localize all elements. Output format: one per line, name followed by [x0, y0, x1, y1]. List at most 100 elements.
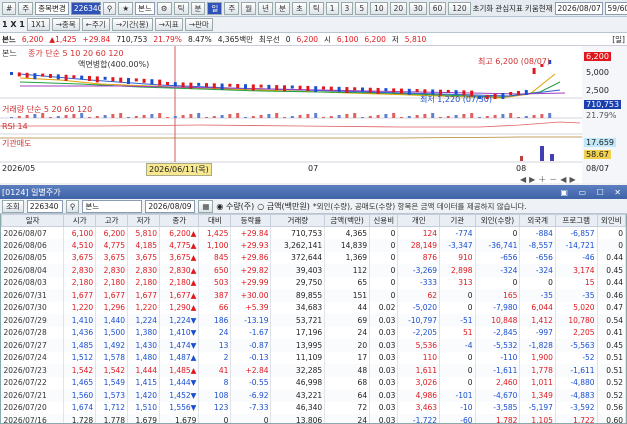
- sub-code-input[interactable]: 226340: [26, 199, 63, 213]
- indicator-link-button[interactable]: →지표: [154, 18, 183, 31]
- quote-name: 본느: [2, 34, 16, 44]
- freq-tick[interactable]: 틱: [173, 1, 189, 15]
- freq-tick2[interactable]: 틱: [308, 1, 324, 15]
- table-row[interactable]: 2026/08/07 6,100 6,200 5,810 6,200▲ 1,425 +29.…: [1, 226, 626, 239]
- column-header[interactable]: 기관: [439, 214, 476, 227]
- freq-min2[interactable]: 분: [275, 1, 290, 15]
- volume-bar: [134, 116, 138, 118]
- table-cell: 1,444: [127, 364, 161, 377]
- table-row[interactable]: 2026/07/21 1,560 1,573 1,420 1,452▼ 108 -6.92 4…: [1, 389, 626, 402]
- stock-name-field[interactable]: 본느: [135, 1, 155, 15]
- calendar-icon[interactable]: ▦: [198, 199, 214, 213]
- candle: [446, 89, 450, 93]
- table-cell: 41: [198, 364, 232, 377]
- search-button[interactable]: 조회: [2, 199, 24, 213]
- favorite-icon[interactable]: ★: [118, 1, 134, 15]
- column-header[interactable]: 일자: [1, 214, 65, 227]
- column-header[interactable]: 고가: [95, 214, 129, 227]
- candle: [407, 88, 411, 95]
- period-link-button[interactable]: ←주기: [81, 18, 110, 31]
- stock-change-dropdown[interactable]: 종목변경: [35, 1, 69, 15]
- hash-button[interactable]: #: [2, 1, 17, 15]
- column-header[interactable]: 외인(수량): [474, 214, 521, 227]
- column-header[interactable]: 시가: [63, 214, 97, 227]
- table-row[interactable]: 2026/08/06 4,510 4,775 4,185 4,775▲ 1,100 +29.…: [1, 239, 626, 252]
- stock-link-button[interactable]: →종목: [51, 18, 80, 31]
- layout-button[interactable]: 1X1: [26, 18, 50, 31]
- settings-icon[interactable]: ⚙: [156, 1, 172, 15]
- table-row[interactable]: 2026/07/28 1,436 1,500 1,380 1,410▼ 24 -1.67 17…: [1, 326, 626, 339]
- table-row[interactable]: 2026/08/04 2,830 2,830 2,830 2,830▲ 650 +29.82…: [1, 264, 626, 277]
- volume-bar: [368, 116, 372, 118]
- table-cell: 32,285: [270, 364, 326, 377]
- table-row[interactable]: 2026/08/03 2,180 2,180 2,180 2,180▲ 503 +29.99…: [1, 276, 626, 289]
- sub-name-field[interactable]: 본느: [82, 199, 143, 213]
- chart-nav-icons[interactable]: ◀▶＋－◀▶: [520, 174, 579, 183]
- column-header[interactable]: 프로그램: [554, 214, 598, 227]
- column-header[interactable]: 종가: [159, 214, 200, 227]
- table-row[interactable]: 2026/07/23 1,542 1,542 1,444 1,485▲ 41 +2.84 32…: [1, 364, 626, 377]
- sub-search-icon[interactable]: ⚲: [65, 199, 80, 213]
- candle: [400, 88, 403, 94]
- date-input[interactable]: 2026/08/07: [554, 1, 603, 15]
- column-header[interactable]: 대비: [198, 214, 232, 227]
- panel-link-button[interactable]: →판마: [184, 18, 213, 31]
- table-cell: 1,578: [95, 351, 129, 364]
- table-cell: 89,855: [270, 289, 326, 302]
- table-cell: 0.54: [597, 314, 626, 327]
- min-30[interactable]: 30: [409, 1, 427, 15]
- y-label-volume: 710,753: [584, 100, 622, 109]
- column-header[interactable]: 등락률: [230, 214, 272, 227]
- freq-sec[interactable]: 초: [291, 1, 307, 15]
- table-row[interactable]: 2026/07/24 1,512 1,578 1,480 1,487▲ 2 -0.13 11,…: [1, 351, 626, 364]
- table-row[interactable]: 2026/07/30 1,220 1,296 1,220 1,290▲ 66 +5.39 34…: [1, 301, 626, 314]
- min-60[interactable]: 60: [428, 1, 447, 15]
- range-link-button[interactable]: →기간(봉): [111, 18, 153, 31]
- table-cell: 2026/07/27: [1, 339, 65, 352]
- count-input[interactable]: 59/600: [604, 1, 627, 15]
- interest-checkbox[interactable]: 관심지표: [495, 3, 523, 14]
- column-header[interactable]: 신용비: [369, 214, 399, 227]
- radio-quantity[interactable]: ◉ 수량(주): [216, 201, 254, 212]
- freq-day[interactable]: 일: [207, 1, 223, 15]
- kiwoom-checkbox[interactable]: 키움현재: [525, 3, 553, 14]
- table-cell: 1,425: [198, 226, 232, 239]
- freq-month[interactable]: 월: [241, 1, 257, 15]
- radio-amount[interactable]: ○ 금액(백만원): [257, 201, 310, 212]
- column-header[interactable]: 거래량: [270, 214, 326, 227]
- table-cell: 4,775▲: [159, 239, 200, 252]
- column-header[interactable]: 금액(백만): [324, 214, 371, 227]
- table-row[interactable]: 2026/07/29 1,410 1,440 1,224 1,224▼ 186 -13.19…: [1, 314, 626, 327]
- min-20[interactable]: 20: [389, 1, 408, 15]
- table-row[interactable]: 2026/08/05 3,675 3,675 3,675 3,675▲ 845 +29.86…: [1, 251, 626, 264]
- table-cell: 387: [198, 289, 232, 302]
- stock-code-input[interactable]: 226340: [70, 1, 102, 15]
- min-5[interactable]: 5: [355, 1, 369, 15]
- sub-date-input[interactable]: 2026/08/09: [145, 199, 196, 213]
- column-header[interactable]: 저가: [127, 214, 161, 227]
- volume-bar: [407, 116, 411, 118]
- freq-year[interactable]: 년: [258, 1, 274, 15]
- table-row[interactable]: 2026/07/16 1,728 1,778 1,679 1,679 0 0 13,806 24…: [1, 414, 626, 423]
- column-header[interactable]: 개인: [397, 214, 441, 227]
- table-row[interactable]: 2026/07/22 1,465 1,549 1,415 1,444▼ 8 -0.55 46,…: [1, 376, 626, 389]
- table-row[interactable]: 2026/07/31 1,677 1,677 1,677 1,677▲ 387 +30.00…: [1, 289, 626, 302]
- price-chart[interactable]: 본느 종가 단순 5 10 20 60 120 액면병합(400.00%) 최고…: [0, 46, 627, 183]
- volume-bar: [25, 115, 29, 118]
- min-120[interactable]: 120: [448, 1, 471, 15]
- ju-button[interactable]: 주: [18, 1, 34, 15]
- table-cell: 1,782: [475, 414, 521, 423]
- window-controls-icon[interactable]: ▣ ▭ ☐ ✕: [560, 188, 625, 197]
- table-row[interactable]: 2026/07/27 1,485 1,492 1,430 1,474▼ 13 -0.87 13…: [1, 339, 626, 352]
- freq-min[interactable]: 분: [190, 1, 206, 15]
- freq-week[interactable]: 주: [224, 1, 240, 15]
- min-3[interactable]: 3: [340, 1, 354, 15]
- min-1[interactable]: 1: [325, 1, 339, 15]
- search-icon[interactable]: ⚲: [102, 1, 117, 15]
- volume-bar: [400, 117, 403, 118]
- column-header[interactable]: 외인비: [596, 214, 626, 227]
- min-10[interactable]: 10: [370, 1, 388, 15]
- column-header[interactable]: 외국계: [519, 214, 556, 227]
- table-row[interactable]: 2026/07/20 1,674 1,712 1,510 1,556▼ 123 -7.33 4…: [1, 401, 626, 414]
- reset-checkbox[interactable]: 초기화: [473, 3, 494, 14]
